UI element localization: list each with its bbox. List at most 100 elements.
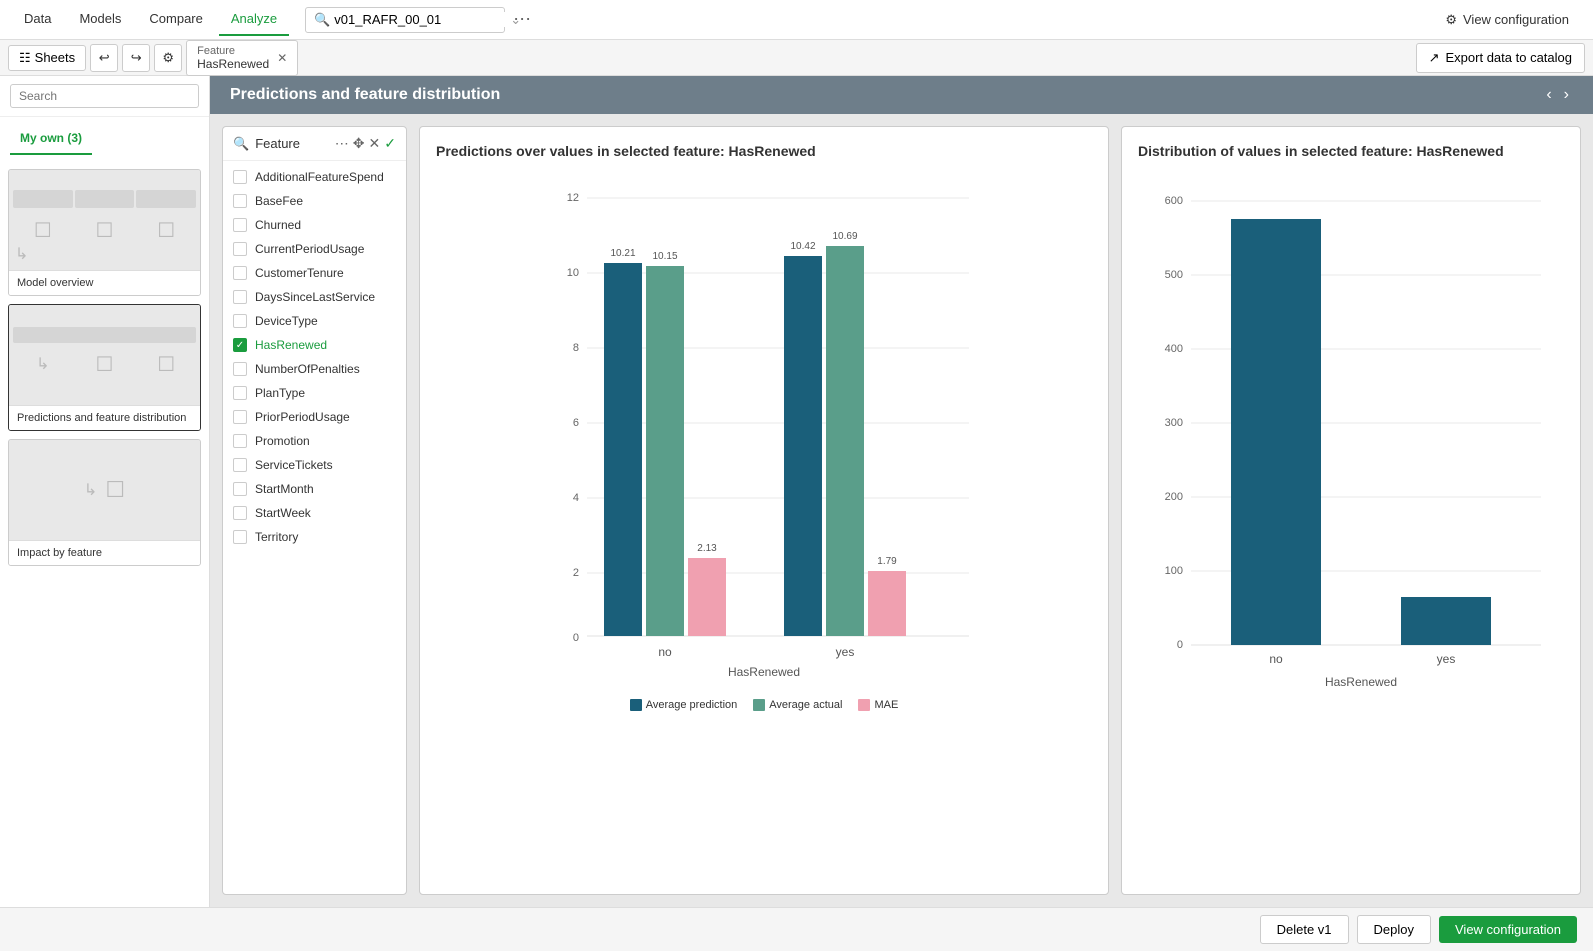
feature-item-dayssincelastservice[interactable]: DaysSinceLastService <box>223 285 406 309</box>
feature-checkbox-startmonth <box>233 482 247 496</box>
undo-button[interactable]: ↩ <box>90 44 118 72</box>
feature-item-territory[interactable]: Territory <box>223 525 406 549</box>
legend-dot-avg-actual <box>753 699 765 711</box>
feature-checkbox-basefee <box>233 194 247 208</box>
svg-text:400: 400 <box>1165 343 1183 355</box>
nav-models[interactable]: Models <box>67 3 133 36</box>
distribution-chart-panel: Distribution of values in selected featu… <box>1121 126 1581 895</box>
feature-item-hasrenewed[interactable]: ✓HasRenewed <box>223 333 406 357</box>
sheet-cards-list: ☐ ☐ ☐ ↳ Model overview <box>0 161 209 907</box>
svg-text:yes: yes <box>836 645 855 659</box>
export-button[interactable]: ↗ Export data to catalog <box>1416 43 1585 73</box>
nav-compare[interactable]: Compare <box>137 3 214 36</box>
feature-checkbox-currentperiodusage <box>233 242 247 256</box>
feature-label-numberofpenalties: NumberOfPenalties <box>255 362 360 376</box>
predictions-chart-container: 12 10 8 6 4 2 0 <box>436 171 1092 878</box>
feature-item-startweek[interactable]: StartWeek <box>223 501 406 525</box>
bar-yes-avg-pred <box>784 256 822 636</box>
search-icon: 🔍 <box>233 136 249 152</box>
feature-label-startweek: StartWeek <box>255 506 311 520</box>
nav-data[interactable]: Data <box>12 3 63 36</box>
feature-panel-header: 🔍 Feature ⋯ ✥ ✕ ✓ <box>223 127 406 161</box>
svg-text:yes: yes <box>1437 652 1456 666</box>
feature-checkbox-servicetickets <box>233 458 247 472</box>
sidebar-section-label: My own (3) <box>10 123 92 155</box>
feature-item-numberofpenalties[interactable]: NumberOfPenalties <box>223 357 406 381</box>
feature-item-currentperiodusage[interactable]: CurrentPeriodUsage <box>223 237 406 261</box>
feature-label-priorperiodusage: PriorPeriodUsage <box>255 410 350 424</box>
bar-yes-mae <box>868 571 906 636</box>
sidebar-search-input[interactable] <box>10 84 199 108</box>
predictions-chart-svg: 12 10 8 6 4 2 0 <box>436 171 1092 691</box>
feature-label-servicetickets: ServiceTickets <box>255 458 333 472</box>
sheet-card-predictions[interactable]: ↳ ☐ ☐ Predictions and feature distributi… <box>8 304 201 431</box>
charts-row: 🔍 Feature ⋯ ✥ ✕ ✓ AdditionalFeatureSpend… <box>210 114 1593 907</box>
feature-item-promotion[interactable]: Promotion <box>223 429 406 453</box>
feature-item-basefee[interactable]: BaseFee <box>223 189 406 213</box>
feature-label-hasrenewed: HasRenewed <box>255 338 327 352</box>
feature-item-churned[interactable]: Churned <box>223 213 406 237</box>
bar-no-avg-pred <box>604 263 642 636</box>
feature-item-servicetickets[interactable]: ServiceTickets <box>223 453 406 477</box>
settings-button[interactable]: ⚙ <box>154 44 182 72</box>
nav-arrows: ‹ › <box>1542 86 1573 104</box>
content-header: Predictions and feature distribution ‹ › <box>210 76 1593 114</box>
svg-text:8: 8 <box>573 342 579 354</box>
feature-item-additionalfeaturespend[interactable]: AdditionalFeatureSpend <box>223 165 406 189</box>
prev-arrow-button[interactable]: ‹ <box>1542 86 1555 104</box>
feature-item-plantype[interactable]: PlanType <box>223 381 406 405</box>
svg-text:300: 300 <box>1165 417 1183 429</box>
redo-button[interactable]: ↪ <box>122 44 150 72</box>
feature-label-additionalfeaturespend: AdditionalFeatureSpend <box>255 170 384 184</box>
sheets-icon: ☷ <box>19 50 31 66</box>
feature-panel: 🔍 Feature ⋯ ✥ ✕ ✓ AdditionalFeatureSpend… <box>222 126 407 895</box>
svg-text:4: 4 <box>573 492 579 504</box>
distribution-chart-container: 600 500 400 300 200 100 0 <box>1138 171 1564 878</box>
feature-checkbox-dayssincelastservice <box>233 290 247 304</box>
sheet-row: ☷ Sheets ↩ ↪ ⚙ Feature HasRenewed ✕ ↗ Ex… <box>0 40 1593 76</box>
feature-tab[interactable]: Feature HasRenewed ✕ <box>186 40 298 76</box>
more-icon[interactable]: ⋯ <box>335 135 349 152</box>
svg-text:600: 600 <box>1165 195 1183 207</box>
svg-text:500: 500 <box>1165 269 1183 281</box>
check-icon[interactable]: ✓ <box>384 135 396 152</box>
deploy-button[interactable]: Deploy <box>1357 915 1431 944</box>
feature-item-devicetype[interactable]: DeviceType <box>223 309 406 333</box>
feature-checkbox-devicetype <box>233 314 247 328</box>
feature-item-customertenure[interactable]: CustomerTenure <box>223 261 406 285</box>
view-config-button[interactable]: View configuration <box>1439 916 1577 943</box>
delete-button[interactable]: Delete v1 <box>1260 915 1349 944</box>
sheet-card-model-overview[interactable]: ☐ ☐ ☐ ↳ Model overview <box>8 169 201 296</box>
feature-item-startmonth[interactable]: StartMonth <box>223 477 406 501</box>
feature-panel-icons: ⋯ ✥ ✕ ✓ <box>335 135 396 152</box>
close-icon[interactable]: ✕ <box>369 135 381 152</box>
svg-text:2: 2 <box>573 567 579 579</box>
sheets-button[interactable]: ☷ Sheets <box>8 45 86 71</box>
feature-checkbox-promotion <box>233 434 247 448</box>
svg-text:6: 6 <box>573 417 579 429</box>
svg-text:10.21: 10.21 <box>610 248 635 259</box>
svg-text:200: 200 <box>1165 491 1183 503</box>
svg-text:2.13: 2.13 <box>697 543 717 554</box>
feature-item-priorperiodusage[interactable]: PriorPeriodUsage <box>223 405 406 429</box>
distribution-chart-svg: 600 500 400 300 200 100 0 <box>1138 171 1564 721</box>
bar-no-mae <box>688 558 726 636</box>
view-config-nav-button[interactable]: ⚙ View configuration <box>1433 6 1581 34</box>
close-tab-icon[interactable]: ✕ <box>277 51 287 65</box>
feature-label-basefee: BaseFee <box>255 194 303 208</box>
nav-analyze[interactable]: Analyze <box>219 3 289 36</box>
legend-avg-actual: Average actual <box>753 699 842 711</box>
next-arrow-button[interactable]: › <box>1560 86 1573 104</box>
svg-text:12: 12 <box>567 192 579 204</box>
feature-panel-title: Feature <box>255 136 300 151</box>
main-layout: My own (3) ☐ ☐ <box>0 76 1593 907</box>
sheet-card-impact[interactable]: ↳ ☐ Impact by feature <box>8 439 201 566</box>
feature-checkbox-churned <box>233 218 247 232</box>
expand-icon[interactable]: ✥ <box>353 135 365 152</box>
top-search-input[interactable] <box>334 12 510 27</box>
bottom-bar: Delete v1 Deploy View configuration <box>0 907 1593 951</box>
more-options-button[interactable]: ⋯ <box>509 9 535 30</box>
feature-label-churned: Churned <box>255 218 301 232</box>
predictions-chart-title: Predictions over values in selected feat… <box>436 143 1092 159</box>
svg-text:no: no <box>658 645 672 659</box>
